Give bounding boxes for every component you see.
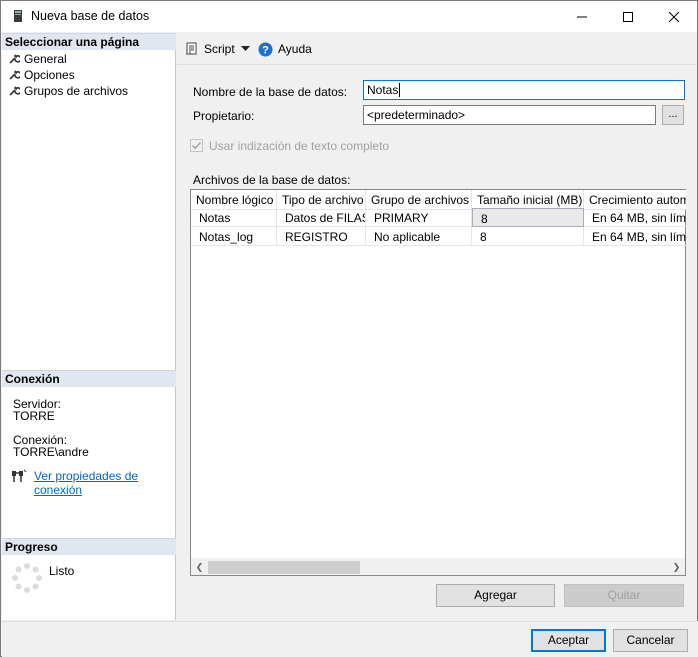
scrollbar-thumb[interactable] — [208, 561, 360, 574]
script-button[interactable]: Script — [185, 41, 235, 57]
script-label: Script — [204, 42, 235, 56]
column-header[interactable]: Tipo de archivo — [277, 190, 366, 210]
wrench-icon — [9, 54, 20, 64]
remove-button[interactable]: Quitar — [564, 584, 684, 607]
db-name-input[interactable]: Notas — [363, 80, 685, 100]
owner-value: <predeterminado> — [367, 108, 466, 122]
close-icon — [669, 11, 679, 22]
table-cell[interactable]: En 64 MB, sin límite — [584, 227, 686, 246]
page-item-label: Opciones — [24, 68, 75, 82]
scroll-right-arrow-icon[interactable]: ❯ — [668, 559, 685, 576]
progress-spinner-icon — [11, 562, 43, 594]
text-cursor — [399, 83, 401, 97]
select-page-header: Seleccionar una página — [2, 33, 176, 50]
cancel-button[interactable]: Cancelar — [613, 629, 688, 652]
table-cell[interactable]: Datos de FILAS — [277, 208, 366, 227]
server-value: TORRE — [13, 409, 55, 423]
minimize-icon — [577, 16, 587, 17]
table-cell[interactable]: 8 — [472, 227, 584, 246]
table-cell[interactable]: En 64 MB, sin límite — [584, 208, 686, 227]
wrench-icon — [9, 70, 20, 80]
files-label: Archivos de la base de datos: — [193, 173, 351, 187]
grid-header: Nombre lógico Tipo de archivo Grupo de a… — [191, 190, 686, 210]
fulltext-label: Usar indización de texto completo — [209, 139, 390, 153]
connection-header: Conexión — [2, 370, 176, 387]
close-button[interactable] — [651, 1, 697, 32]
table-cell[interactable]: Notas_log — [191, 227, 277, 246]
page-item-label: Grupos de archivos — [24, 84, 129, 98]
help-button[interactable]: ? Ayuda — [258, 41, 312, 57]
new-database-dialog: Nueva base de datos Seleccionar una pági… — [0, 0, 698, 657]
page-item-label: General — [24, 52, 67, 66]
checkmark-icon — [192, 142, 202, 150]
connection-value: TORRE\andre — [13, 445, 89, 459]
column-header[interactable]: Grupo de archivos — [366, 190, 472, 210]
script-icon — [186, 42, 197, 55]
progress-status: Listo — [49, 564, 75, 578]
script-dropdown-button[interactable] — [241, 41, 250, 57]
chevron-down-icon — [241, 46, 250, 51]
help-icon: ? — [258, 42, 273, 56]
owner-browse-button[interactable]: ... — [662, 105, 684, 125]
page-item-filegroups[interactable]: Grupos de archivos — [8, 83, 128, 99]
database-app-icon — [11, 9, 25, 23]
table-row[interactable]: Notas_log REGISTRO No aplicable 8 En 64 … — [191, 227, 686, 246]
owner-label: Propietario: — [193, 109, 255, 123]
horizontal-scrollbar[interactable]: ❮ ❯ — [191, 558, 685, 575]
table-cell[interactable]: Notas — [191, 208, 277, 227]
progress-header: Progreso — [2, 538, 176, 555]
table-row[interactable]: Notas Datos de FILAS PRIMARY 8 En 64 MB,… — [191, 208, 686, 227]
minimize-button[interactable] — [559, 1, 605, 32]
page-item-general[interactable]: General — [8, 51, 67, 67]
window-title: Nueva base de datos — [31, 9, 150, 23]
add-button[interactable]: Agregar — [436, 584, 555, 607]
table-cell[interactable]: PRIMARY — [366, 208, 472, 227]
view-connection-properties-link[interactable]: Ver propiedades de conexión — [34, 469, 175, 497]
db-name-value: Notas — [367, 83, 399, 97]
page-item-options[interactable]: Opciones — [8, 67, 75, 83]
connection-properties-icon — [11, 469, 27, 483]
column-header[interactable]: Tamaño inicial (MB) — [472, 190, 584, 210]
help-label: Ayuda — [278, 42, 312, 56]
left-pane: Seleccionar una página General Opciones … — [2, 33, 176, 620]
title-bar: Nueva base de datos — [1, 1, 697, 32]
owner-input[interactable]: <predeterminado> — [363, 105, 656, 125]
db-name-label: Nombre de la base de datos: — [193, 85, 348, 99]
svg-text:?: ? — [262, 44, 269, 56]
toolbar: Script ? Ayuda — [177, 33, 697, 65]
ok-button[interactable]: Aceptar — [531, 629, 606, 652]
column-header[interactable]: Nombre lógico — [191, 190, 277, 210]
table-cell[interactable]: No aplicable — [366, 227, 472, 246]
fulltext-checkbox[interactable] — [190, 139, 203, 152]
maximize-icon — [623, 11, 633, 22]
table-cell[interactable]: REGISTRO — [277, 227, 366, 246]
maximize-button[interactable] — [605, 1, 651, 32]
wrench-icon — [9, 86, 20, 96]
column-header[interactable]: Crecimiento automát — [584, 190, 686, 210]
table-cell[interactable]: 8 — [472, 208, 584, 227]
scroll-left-arrow-icon[interactable]: ❮ — [191, 559, 208, 576]
database-files-grid[interactable]: Nombre lógico Tipo de archivo Grupo de a… — [190, 189, 686, 576]
